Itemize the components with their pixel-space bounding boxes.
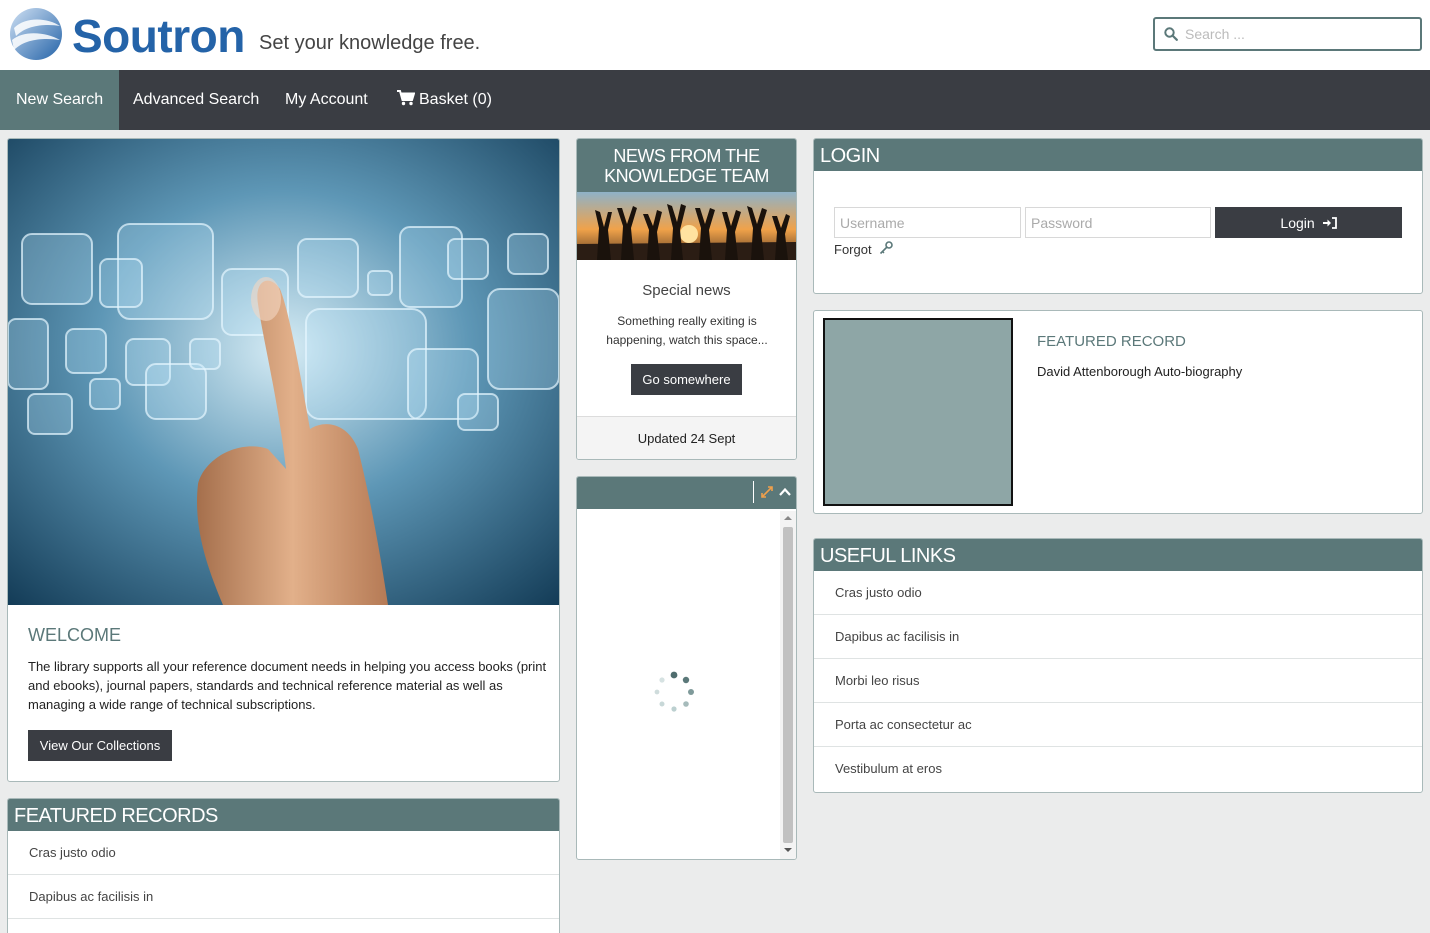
useful-links-panel: USEFUL LINKS Cras justo odio Dapibus ac … [813, 538, 1423, 793]
featured-record-title[interactable]: David Attenborough Auto-biography [1037, 364, 1242, 379]
list-item[interactable]: Dapibus ac facilisis in [814, 615, 1422, 659]
soutron-logo-icon[interactable] [8, 6, 64, 62]
forgot-label: Forgot [834, 242, 872, 257]
list-item[interactable]: Porta ac consectetur ac [814, 703, 1422, 747]
list-item[interactable]: Cras justo odio [8, 831, 559, 875]
brand-name[interactable]: Soutron [72, 8, 245, 64]
main-nav: New Search Advanced Search My Account Ba… [0, 70, 1430, 130]
list-item[interactable]: Cras justo odio [814, 571, 1422, 615]
login-button[interactable]: Login [1215, 207, 1402, 238]
featured-record-panel: FEATURED RECORD David Attenborough Auto-… [813, 310, 1423, 514]
featured-records-title: FEATURED RECORDS [8, 799, 559, 831]
search-icon[interactable] [1164, 27, 1178, 41]
search-box [1153, 17, 1422, 51]
welcome-text: The library supports all your reference … [28, 659, 547, 712]
scrollbar-thumb[interactable] [783, 527, 793, 843]
header: Soutron Set your knowledge free. [0, 0, 1430, 70]
widget-header [577, 477, 796, 509]
login-button-label: Login [1280, 214, 1315, 231]
nav-my-account[interactable]: My Account [269, 70, 384, 130]
list-item[interactable]: Morbi leo risus [814, 659, 1422, 703]
chevron-up-icon[interactable] [777, 484, 793, 500]
scroll-down-icon[interactable] [784, 847, 792, 853]
expand-icon[interactable] [759, 484, 775, 500]
nav-basket[interactable]: Basket (0) [381, 70, 508, 130]
login-title: LOGIN [814, 139, 1422, 171]
password-field[interactable] [1025, 207, 1211, 238]
news-panel: NEWS FROM THE KNOWLEDGE TEAM Special new… [576, 138, 797, 460]
news-heading: Special news [642, 282, 731, 299]
useful-links-title: USEFUL LINKS [814, 539, 1422, 571]
scroll-up-icon[interactable] [784, 515, 792, 521]
news-title: NEWS FROM THE KNOWLEDGE TEAM [577, 139, 796, 192]
list-item[interactable]: Vestibulum at eros [814, 747, 1422, 791]
list-item[interactable]: Dapibus ac facilisis in [8, 875, 559, 919]
scrollbar[interactable] [780, 511, 796, 859]
nav-basket-label: Basket (0) [419, 91, 492, 108]
featured-record-label: FEATURED RECORD [1037, 333, 1186, 350]
forgot-link[interactable]: Forgot [834, 241, 894, 257]
cart-icon [397, 90, 415, 106]
login-panel: LOGIN Login Forgot [813, 138, 1423, 294]
welcome-panel: WELCOME The library supports all your re… [7, 138, 560, 782]
welcome-title: WELCOME [28, 625, 122, 645]
username-field[interactable] [834, 207, 1021, 238]
loading-widget [576, 476, 797, 860]
hero-image [8, 139, 559, 605]
brand-tagline: Set your knowledge free. [259, 32, 481, 54]
view-collections-button[interactable]: View Our Collections [28, 730, 172, 761]
go-somewhere-button[interactable]: Go somewhere [631, 364, 742, 395]
featured-record-image[interactable] [823, 318, 1013, 506]
news-image [577, 192, 796, 260]
news-footer: Updated 24 Sept [577, 416, 796, 459]
key-icon [880, 241, 894, 255]
widget-divider [753, 481, 754, 503]
nav-new-search[interactable]: New Search [0, 70, 120, 130]
search-input[interactable] [1185, 24, 1415, 44]
loading-spinner-icon [654, 671, 694, 712]
nav-advanced-search[interactable]: Advanced Search [117, 70, 275, 130]
news-text: Something really exiting is happening, w… [606, 314, 768, 347]
featured-records-panel: FEATURED RECORDS Cras justo odio Dapibus… [7, 798, 560, 933]
sign-in-icon [1322, 216, 1337, 229]
